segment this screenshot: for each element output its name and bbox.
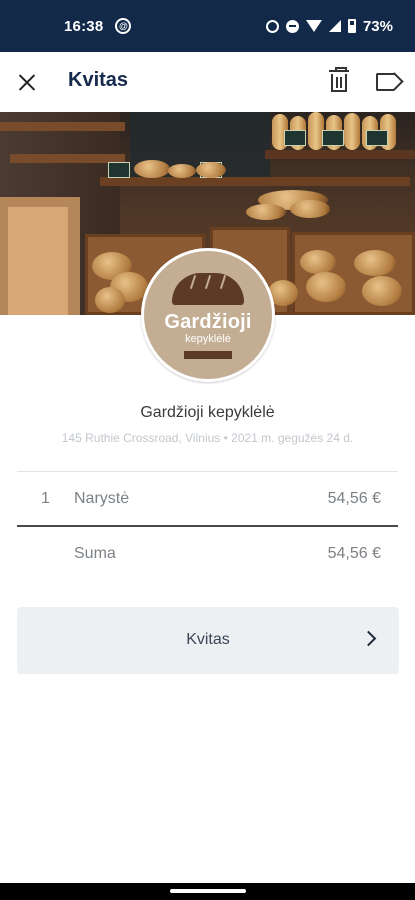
line-item-qty: 1 xyxy=(41,490,50,507)
merchant-address: 145 Ruthie Crossroad, Vilnius • 2021 m. … xyxy=(61,431,354,445)
signal-icon xyxy=(328,20,341,32)
screen: 16:38 @ 73% Kvitas Gardžioji kepyklėlė G… xyxy=(0,0,415,900)
bread-icon xyxy=(172,273,244,305)
total-divider xyxy=(17,525,398,527)
total-label: Suma xyxy=(74,545,116,562)
status-icons: 73% xyxy=(265,17,393,35)
line-item: 1 Narystė 54,56 € xyxy=(17,485,398,515)
home-handle[interactable] xyxy=(170,889,246,893)
app-notification-icon: @ xyxy=(115,18,132,34)
wifi-icon xyxy=(305,20,322,32)
receipt-button[interactable]: Kvitas xyxy=(17,607,399,674)
line-item-price: 54,56 € xyxy=(327,490,381,507)
status-time: 16:38 xyxy=(64,17,104,35)
tag-icon[interactable] xyxy=(376,72,404,91)
receipt-button-label: Kvitas xyxy=(186,631,230,648)
logo-subtitle: kepyklėlė xyxy=(185,333,231,345)
app-bar: Kvitas xyxy=(0,52,415,112)
battery-percent: 73% xyxy=(362,17,393,35)
divider xyxy=(17,471,398,472)
total-row: Suma 54,56 € xyxy=(17,540,398,570)
merchant-name: Gardžioji kepyklėlė xyxy=(140,404,275,421)
merchant-logo: Gardžioji kepyklėlė xyxy=(141,248,275,382)
do-not-disturb-icon xyxy=(285,19,299,33)
logo-ribbon xyxy=(184,351,232,359)
battery-icon xyxy=(347,19,356,33)
trash-icon[interactable] xyxy=(328,67,350,96)
status-bar: 16:38 @ 73% xyxy=(0,0,415,52)
total-value: 54,56 € xyxy=(327,545,381,562)
line-item-name: Narystė xyxy=(74,490,130,507)
system-nav-bar xyxy=(0,883,415,900)
logo-name: Gardžioji xyxy=(164,311,252,333)
close-icon[interactable] xyxy=(14,66,40,98)
alarm-icon xyxy=(265,19,279,33)
page-title: Kvitas xyxy=(68,69,129,91)
